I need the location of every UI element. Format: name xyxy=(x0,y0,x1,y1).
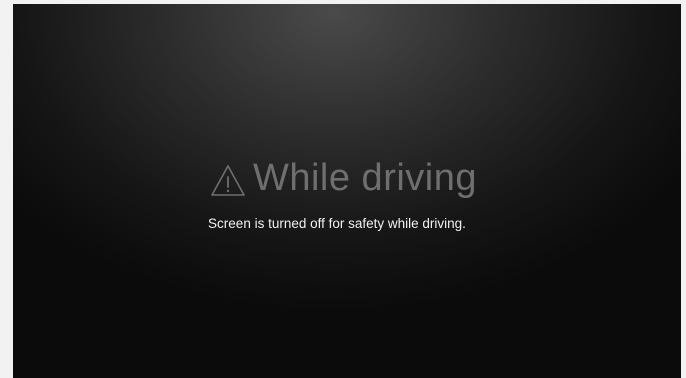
driving-warning-heading: While driving xyxy=(13,154,681,202)
driving-safety-message: Screen is turned off for safety while dr… xyxy=(208,216,466,231)
driving-warning-title: While driving xyxy=(252,157,478,199)
warning-triangle-icon xyxy=(211,165,245,196)
driving-lock-screen: While driving Screen is turned off for s… xyxy=(13,4,681,378)
